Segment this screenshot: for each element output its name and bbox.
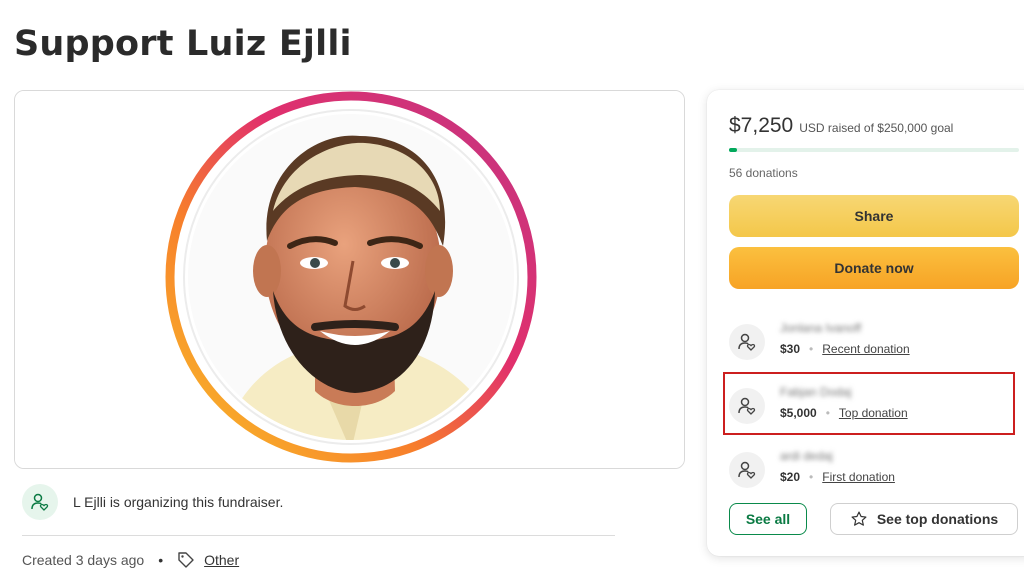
organizer-avatar	[22, 484, 58, 520]
tag-icon	[178, 552, 194, 568]
donation-sidebar: $7,250 USD raised of $250,000 goal 56 do…	[707, 90, 1024, 556]
share-button[interactable]: Share	[729, 195, 1019, 237]
see-all-button[interactable]: See all	[729, 503, 807, 535]
user-heart-icon	[738, 333, 756, 351]
see-top-donations-label: See top donations	[876, 511, 999, 527]
organizer-text: L Ejlli is organizing this fundraiser.	[73, 494, 284, 510]
donor-avatar	[729, 324, 765, 360]
progress-fill	[729, 148, 738, 152]
divider	[22, 535, 615, 536]
created-date: Created 3 days ago	[22, 552, 145, 568]
progress-bar	[729, 148, 1019, 152]
raised-summary: $7,250 USD raised of $250,000 goal	[729, 114, 953, 138]
user-heart-icon	[31, 493, 49, 511]
bullet-separator: •	[809, 470, 814, 484]
category-link[interactable]: Other	[204, 552, 239, 568]
user-heart-icon	[738, 461, 756, 479]
donor-avatar	[729, 452, 765, 488]
donation-count: 56 donations	[729, 166, 798, 180]
meta-row: Created 3 days ago • Other	[22, 551, 239, 569]
raised-amount: $7,250	[729, 114, 794, 137]
donation-type-link[interactable]: Recent donation	[822, 342, 909, 356]
portrait-illustration	[15, 91, 684, 468]
donor-amount: $20	[780, 470, 801, 484]
donor-detail: $30 • Recent donation	[780, 342, 910, 356]
donor-name: ardi dedaj	[780, 449, 833, 463]
donate-button[interactable]: Donate now	[729, 247, 1019, 289]
highlight-box	[723, 372, 1015, 435]
star-icon	[851, 511, 867, 526]
donor-name: Jonlana Ivanoff	[780, 321, 862, 335]
meta-separator: •	[158, 552, 164, 568]
organizer-row: L Ejlli is organizing this fundraiser.	[22, 483, 283, 521]
donor-item: Jonlana Ivanoff $30 • Recent donation	[729, 318, 1019, 368]
hero-image	[14, 90, 685, 469]
donor-item: ardi dedaj $20 • First donation	[729, 446, 1019, 496]
donation-type-link[interactable]: First donation	[822, 470, 895, 484]
raised-goal-text: USD raised of $250,000 goal	[799, 121, 954, 135]
donor-amount: $30	[780, 342, 801, 356]
bullet-separator: •	[809, 342, 814, 356]
page-title: Support Luiz Ejlli	[14, 24, 352, 64]
donor-detail: $20 • First donation	[780, 470, 895, 484]
see-top-donations-button[interactable]: See top donations	[830, 503, 1018, 535]
